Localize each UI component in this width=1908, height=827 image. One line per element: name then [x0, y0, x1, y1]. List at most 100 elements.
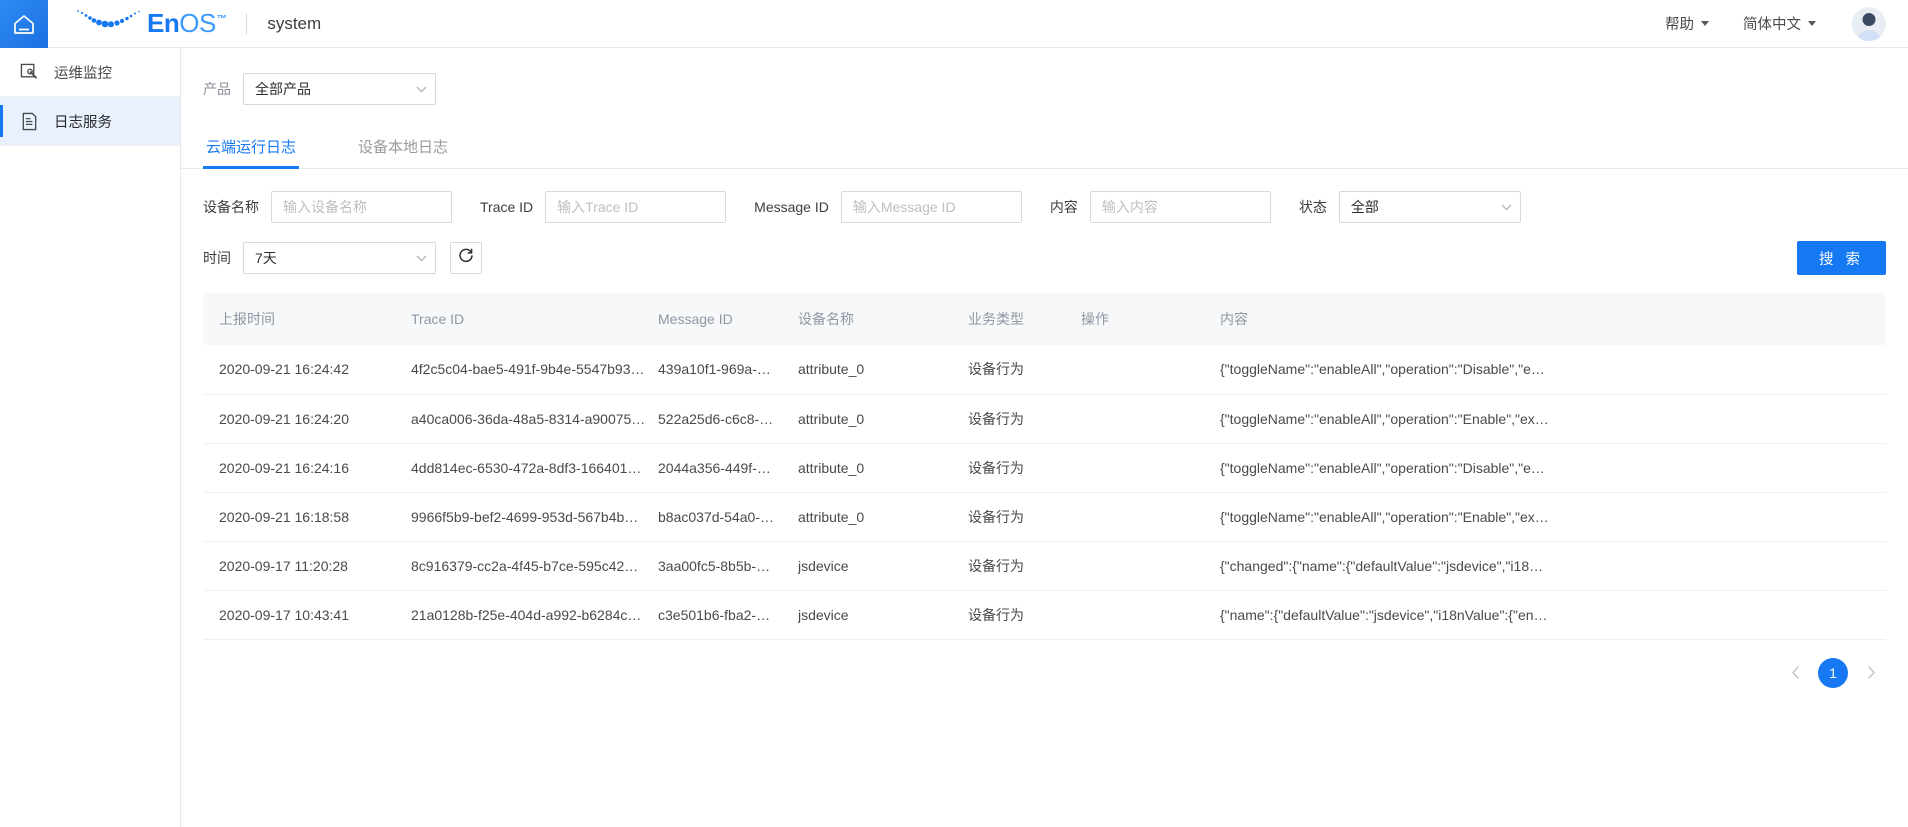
chevron-down-icon	[416, 86, 427, 93]
brand-logo[interactable]: En OS ™	[73, 6, 227, 41]
table-row[interactable]: 2020-09-21 16:24:20 a40ca006-36da-48a5-8…	[203, 394, 1886, 444]
log-table-body: 2020-09-21 16:24:42 4f2c5c04-bae5-491f-9…	[203, 345, 1886, 640]
status-label: 状态	[1298, 199, 1327, 215]
sidebar-item-ops-monitor[interactable]: 运维监控	[0, 48, 180, 97]
cell-device-name: attribute_0	[798, 443, 968, 493]
product-select-value: 全部产品	[255, 81, 311, 97]
chevron-right-icon[interactable]	[1856, 658, 1886, 688]
time-select-value: 7天	[255, 250, 277, 266]
cell-trace-id: 4f2c5c04-bae5-491f-9b4e-5547b93…	[411, 345, 658, 395]
time-label: 时间	[203, 250, 231, 266]
cell-biz-type: 设备行为	[968, 590, 1081, 640]
table-row[interactable]: 2020-09-17 11:20:28 8c916379-cc2a-4f45-b…	[203, 541, 1886, 591]
content-label: 内容	[1049, 199, 1078, 215]
trace-id-group: Trace ID	[480, 191, 727, 223]
column-header-message-id: Message ID	[658, 293, 798, 345]
log-tabs: 云端运行日志 设备本地日志	[181, 127, 1908, 169]
cell-trace-id: a40ca006-36da-48a5-8314-a90075…	[411, 394, 658, 444]
sidebar-item-log-service[interactable]: 日志服务	[0, 97, 180, 146]
search-button[interactable]: 搜 索	[1796, 241, 1886, 275]
status-select[interactable]: 全部	[1338, 191, 1521, 223]
table-header-row: 上报时间 Trace ID Message ID 设备名称 业务类型 操作 内容	[203, 293, 1886, 345]
cell-operation	[1081, 492, 1220, 542]
tab-device-local-log[interactable]: 设备本地日志	[355, 136, 451, 168]
table-row[interactable]: 2020-09-17 10:43:41 21a0128b-f25e-404d-a…	[203, 590, 1886, 640]
avatar[interactable]	[1852, 6, 1886, 41]
cell-biz-type: 设备行为	[968, 345, 1081, 395]
message-id-input[interactable]	[840, 191, 1022, 223]
cell-content: {"changed":{"name":{"defaultValue":"jsde…	[1220, 541, 1886, 591]
sidebar-item-label: 日志服务	[54, 114, 112, 131]
cell-biz-type: 设备行为	[968, 541, 1081, 591]
cell-report-time: 2020-09-17 11:20:28	[203, 541, 411, 591]
table-row[interactable]: 2020-09-21 16:24:42 4f2c5c04-bae5-491f-9…	[203, 345, 1886, 395]
cell-report-time: 2020-09-17 10:43:41	[203, 590, 411, 640]
cell-trace-id: 8c916379-cc2a-4f45-b7ce-595c42…	[411, 541, 658, 591]
refresh-button[interactable]	[450, 242, 482, 274]
refresh-icon	[457, 247, 475, 270]
message-id-label: Message ID	[754, 199, 829, 215]
brand-divider	[246, 12, 248, 35]
brand-trademark: ™	[216, 14, 227, 25]
column-header-operation: 操作	[1081, 293, 1220, 345]
cell-device-name: attribute_0	[798, 492, 968, 542]
cell-report-time: 2020-09-21 16:18:58	[203, 492, 411, 542]
column-header-trace-id: Trace ID	[411, 293, 658, 345]
time-group: 时间 7天	[203, 242, 482, 274]
tab-label: 云端运行日志	[206, 139, 297, 156]
help-menu[interactable]: 帮助	[1665, 13, 1709, 34]
time-select[interactable]: 7天	[243, 242, 436, 274]
language-menu[interactable]: 简体中文	[1743, 13, 1816, 34]
brand-os: OS	[179, 8, 216, 38]
cell-report-time: 2020-09-21 16:24:16	[203, 443, 411, 493]
help-label: 帮助	[1665, 17, 1694, 33]
table-row[interactable]: 2020-09-21 16:24:16 4dd814ec-6530-472a-8…	[203, 443, 1886, 493]
cell-message-id: 439a10f1-969a-…	[658, 345, 798, 395]
status-select-value: 全部	[1350, 199, 1379, 215]
cell-device-name: jsdevice	[798, 590, 968, 640]
chevron-down-icon	[1501, 204, 1512, 211]
chevron-down-icon	[416, 255, 427, 262]
chevron-left-icon[interactable]	[1780, 658, 1810, 688]
cell-biz-type: 设备行为	[968, 443, 1081, 493]
device-name-input[interactable]	[271, 191, 452, 223]
tab-label: 设备本地日志	[358, 139, 449, 156]
home-button[interactable]	[0, 0, 48, 48]
cell-content: {"toggleName":"enableAll","operation":"D…	[1220, 345, 1886, 395]
chevron-down-icon	[1701, 21, 1709, 26]
cell-operation	[1081, 541, 1220, 591]
content-group: 内容	[1050, 191, 1271, 223]
cell-operation	[1081, 590, 1220, 640]
cell-trace-id: 4dd814ec-6530-472a-8df3-166401…	[411, 443, 658, 493]
monitor-wrench-icon	[18, 63, 40, 82]
cell-device-name: attribute_0	[798, 345, 968, 395]
cell-trace-id: 21a0128b-f25e-404d-a992-b6284c…	[411, 590, 658, 640]
trace-id-input[interactable]	[545, 191, 727, 223]
column-header-report-time: 上报时间	[203, 293, 411, 345]
content-input[interactable]	[1089, 191, 1271, 223]
brand-en: En	[147, 8, 180, 38]
avatar-body	[1857, 29, 1881, 41]
table-row[interactable]: 2020-09-21 16:18:58 9966f5b9-bef2-4699-9…	[203, 492, 1886, 542]
pagination: 1	[203, 657, 1886, 688]
enos-swoosh-icon	[73, 6, 145, 41]
cell-message-id: 522a25d6-c6c8-…	[658, 394, 798, 444]
top-bar-right: 帮助 简体中文	[1631, 6, 1908, 41]
top-bar: En OS ™ system 帮助 简体中文	[0, 0, 1908, 48]
cell-operation	[1081, 394, 1220, 444]
brand-wordmark: En OS ™	[147, 8, 227, 39]
tab-cloud-runtime-log[interactable]: 云端运行日志	[203, 136, 300, 169]
cell-operation	[1081, 443, 1220, 493]
message-id-group: Message ID	[754, 191, 1022, 223]
cell-message-id: b8ac037d-54a0-…	[658, 492, 798, 542]
product-filter-row: 产品 全部产品	[181, 48, 1908, 105]
filter-row-2: 时间 7天 搜 索	[203, 241, 1886, 275]
cell-message-id: 2044a356-449f-…	[658, 443, 798, 493]
cell-content: {"toggleName":"enableAll","operation":"D…	[1220, 443, 1886, 493]
product-label: 产品	[203, 81, 231, 97]
product-select[interactable]: 全部产品	[243, 73, 436, 105]
document-lines-icon	[18, 112, 40, 131]
cell-trace-id: 9966f5b9-bef2-4699-953d-567b4b…	[411, 492, 658, 542]
pagination-page-1[interactable]: 1	[1818, 657, 1848, 688]
status-group: 状态 全部	[1299, 191, 1521, 223]
